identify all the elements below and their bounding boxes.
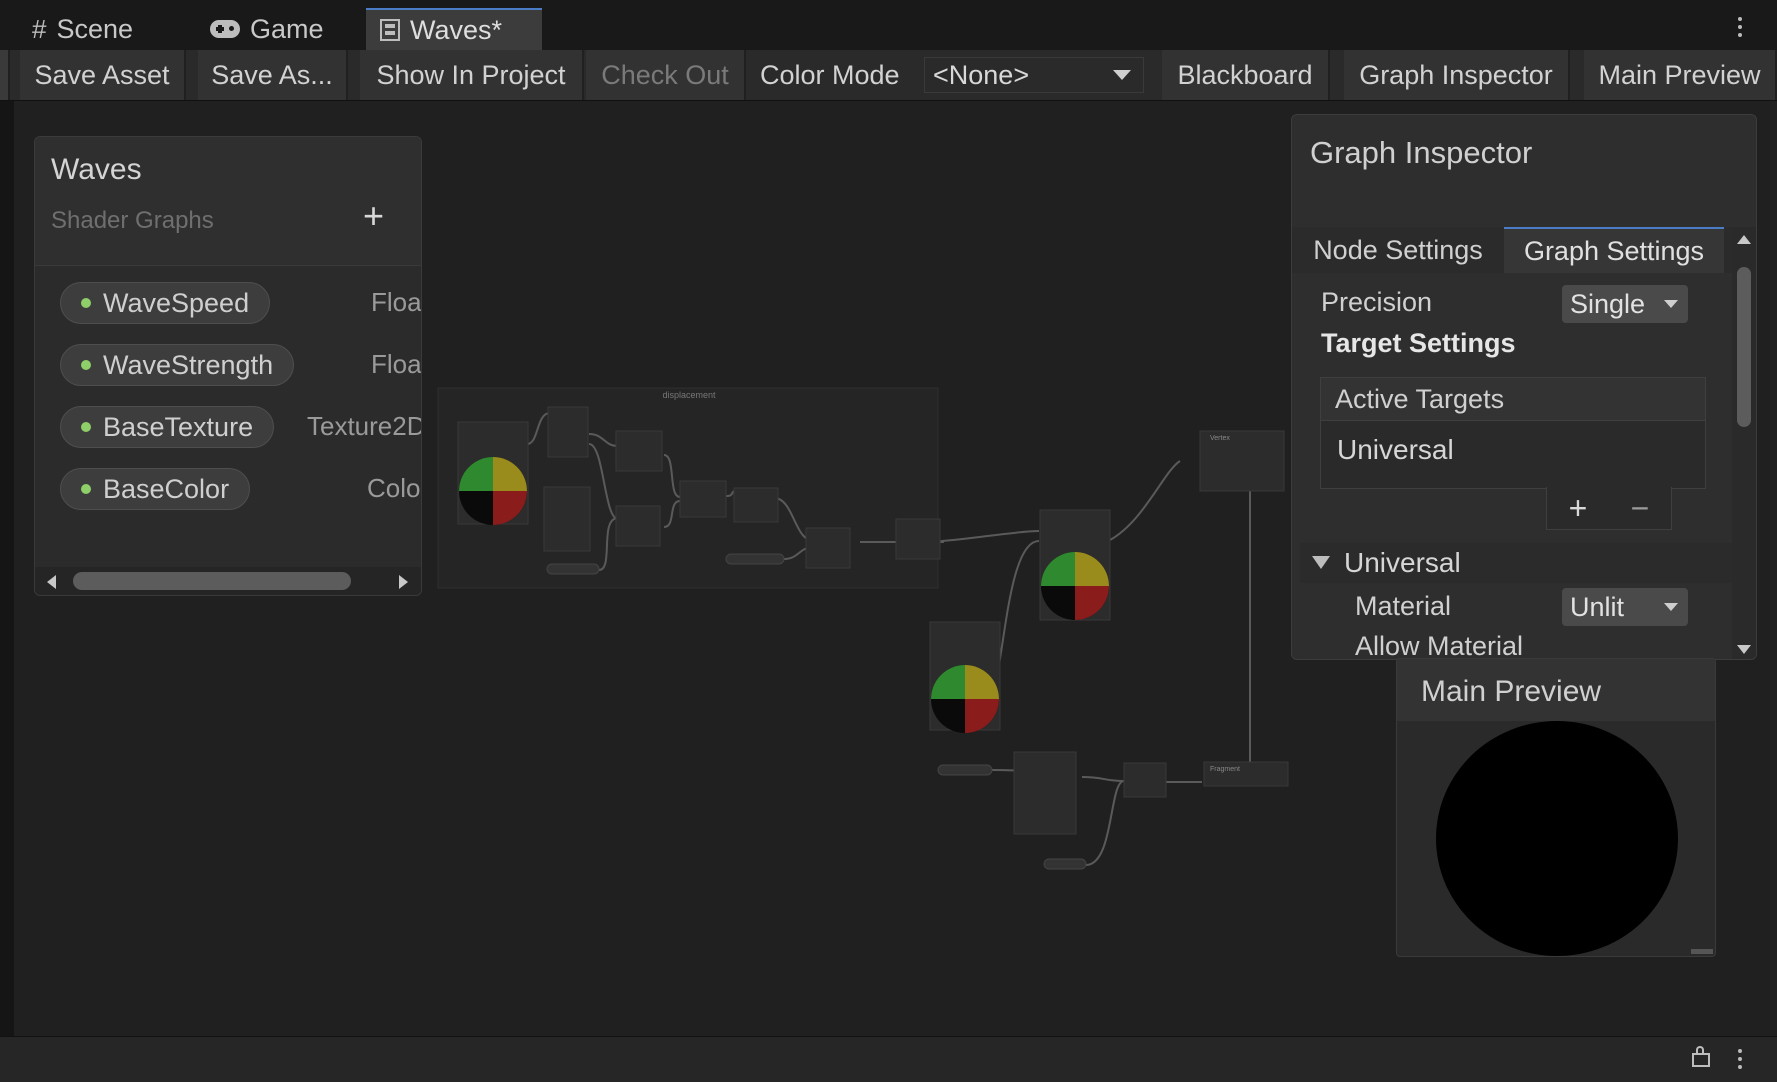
material-value: Unlit xyxy=(1570,591,1625,622)
more-menu-icon[interactable] xyxy=(1738,1049,1744,1069)
foldout-arrow-icon xyxy=(1312,556,1330,569)
main-preview-header: Main Preview xyxy=(1397,659,1715,721)
universal-section-label: Universal xyxy=(1344,547,1461,578)
blackboard-header: Waves Shader Graphs + xyxy=(35,137,421,266)
group-title: displacement xyxy=(662,390,716,400)
property-dot-icon xyxy=(81,298,91,308)
tab-game-label: Game xyxy=(250,13,324,44)
material-label: Material xyxy=(1355,591,1452,621)
blackboard-panel: Waves Shader Graphs + WaveSpeed Floa Wav… xyxy=(34,136,422,596)
property-name: BaseTexture xyxy=(103,411,254,442)
hash-icon: # xyxy=(32,13,47,44)
scroll-down-icon[interactable] xyxy=(1737,645,1751,654)
list-footer: + − xyxy=(1546,487,1672,530)
tab-waves[interactable]: Waves* xyxy=(366,8,542,50)
left-edge-bar xyxy=(0,101,14,1036)
target-item-universal[interactable]: Universal xyxy=(1337,434,1454,466)
property-basetexture[interactable]: BaseTexture xyxy=(60,406,275,448)
main-preview-title: Main Preview xyxy=(1421,675,1602,708)
status-bar xyxy=(0,1036,1777,1082)
inspector-vscrollbar[interactable] xyxy=(1732,227,1756,659)
precision-dropdown[interactable]: Single xyxy=(1562,285,1688,323)
material-dropdown[interactable]: Unlit xyxy=(1562,588,1688,626)
shadergraph-toolbar: Save Asset Save As... Show In Project Ch… xyxy=(0,50,1777,101)
property-type: Texture2D xyxy=(307,411,422,441)
tab-graph-settings[interactable]: Graph Settings xyxy=(1504,227,1724,273)
property-type: Floa xyxy=(371,349,422,379)
blackboard-subtitle: Shader Graphs xyxy=(51,207,214,234)
property-wavestrength[interactable]: WaveStrength xyxy=(60,344,295,386)
preview-sphere[interactable] xyxy=(1436,721,1678,956)
precision-value: Single xyxy=(1570,288,1646,319)
precision-label: Precision xyxy=(1321,287,1433,317)
toolbar-left-edge xyxy=(0,50,10,100)
active-targets-label: Active Targets xyxy=(1335,384,1505,414)
universal-foldout[interactable]: Universal xyxy=(1300,543,1732,583)
check-out-button[interactable]: Check Out xyxy=(586,50,746,100)
property-type: Floa xyxy=(371,287,422,317)
scroll-thumb[interactable] xyxy=(1737,267,1751,427)
fragment-node-title: Fragment xyxy=(1210,766,1240,773)
add-property-button[interactable]: + xyxy=(363,195,384,237)
property-pills[interactable] xyxy=(546,553,1087,870)
main-preview-toggle-button[interactable]: Main Preview xyxy=(1584,50,1777,100)
node-preview-3 xyxy=(931,665,999,733)
more-menu-icon[interactable] xyxy=(1738,17,1744,37)
graph-inspector-toggle-button[interactable]: Graph Inspector xyxy=(1344,50,1570,100)
color-mode-label: Color Mode xyxy=(760,59,900,90)
property-type: Colo xyxy=(367,473,421,503)
color-mode-value: <None> xyxy=(933,59,1030,90)
tab-scene[interactable]: # Scene xyxy=(18,8,188,50)
main-preview-panel: Main Preview xyxy=(1396,658,1716,957)
chevron-down-icon xyxy=(1664,603,1678,611)
scroll-up-icon[interactable] xyxy=(1737,235,1751,244)
remove-target-button[interactable]: − xyxy=(1631,490,1650,527)
chevron-down-icon xyxy=(1113,70,1131,80)
scroll-right-icon[interactable] xyxy=(399,575,408,589)
target-settings-heading: Target Settings xyxy=(1321,328,1516,358)
property-dot-icon xyxy=(81,484,91,494)
active-targets-header: Active Targets xyxy=(1321,378,1705,421)
add-target-button[interactable]: + xyxy=(1569,490,1588,527)
scroll-left-icon[interactable] xyxy=(47,575,56,589)
property-name: WaveSpeed xyxy=(103,287,250,318)
tab-waves-label: Waves* xyxy=(410,14,503,45)
shadergraph-icon xyxy=(380,19,400,41)
blackboard-title: Waves xyxy=(51,153,142,186)
inspector-tabs: Node Settings Graph Settings xyxy=(1292,227,1732,273)
allow-material-label: Allow Material xyxy=(1355,631,1524,660)
save-as-button[interactable]: Save As... xyxy=(198,50,348,100)
window-tab-bar: # Scene Game Waves* xyxy=(0,0,1777,50)
vertex-node-title: Vertex xyxy=(1210,435,1230,442)
resize-handle-icon[interactable] xyxy=(1691,949,1713,954)
save-asset-button[interactable]: Save Asset xyxy=(20,50,186,100)
blackboard-toggle-button[interactable]: Blackboard xyxy=(1162,50,1330,100)
graph-inspector-panel: Graph Inspector Node Settings Graph Sett… xyxy=(1291,114,1757,660)
active-targets-list: Active Targets Universal xyxy=(1320,377,1706,489)
gamepad-icon xyxy=(210,20,240,38)
property-dot-icon xyxy=(81,422,91,432)
scroll-thumb[interactable] xyxy=(73,572,351,590)
show-in-project-button[interactable]: Show In Project xyxy=(360,50,584,100)
tab-node-settings[interactable]: Node Settings xyxy=(1292,227,1504,273)
node-preview-2 xyxy=(1041,552,1109,620)
property-wavespeed[interactable]: WaveSpeed xyxy=(60,282,271,324)
blackboard-hscrollbar[interactable] xyxy=(35,567,421,595)
color-mode-dropdown[interactable]: <None> xyxy=(924,57,1144,93)
tab-game[interactable]: Game xyxy=(196,8,356,50)
node-preview-1 xyxy=(459,457,527,525)
tab-scene-label: Scene xyxy=(56,13,134,44)
property-basecolor[interactable]: BaseColor xyxy=(60,468,251,510)
inspector-title: Graph Inspector xyxy=(1310,135,1533,170)
property-name: WaveStrength xyxy=(103,349,274,380)
lock-icon[interactable] xyxy=(1692,1046,1710,1067)
property-dot-icon xyxy=(81,360,91,370)
chevron-down-icon xyxy=(1664,300,1678,308)
property-name: BaseColor xyxy=(103,473,230,504)
